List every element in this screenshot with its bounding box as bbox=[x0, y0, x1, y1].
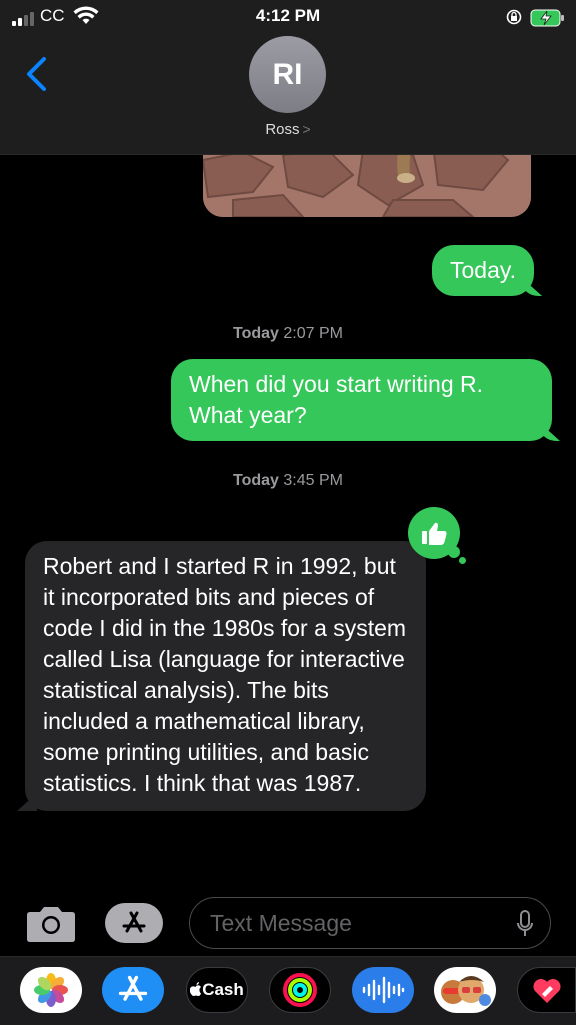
timestamp-day: Today bbox=[233, 325, 279, 342]
contact-chevron-icon: > bbox=[302, 121, 311, 137]
memoji-app-button[interactable] bbox=[434, 967, 496, 1013]
app-drawer: Cash bbox=[0, 956, 576, 1025]
audio-message-app-button[interactable] bbox=[352, 967, 414, 1013]
contact-avatar[interactable]: RI bbox=[249, 36, 326, 113]
activity-icon bbox=[283, 973, 317, 1007]
message-input[interactable]: Text Message bbox=[189, 897, 551, 949]
contact-name: Ross bbox=[265, 121, 300, 138]
avatar-initials: RI bbox=[272, 57, 303, 91]
status-bar: CC 4:12 PM bbox=[0, 4, 576, 30]
contact-name-button[interactable]: Ross > bbox=[0, 121, 576, 138]
message-text: When did you start writing R. What year? bbox=[189, 371, 484, 428]
received-message-bubble[interactable]: Robert and I started R in 1992, but it i… bbox=[25, 541, 426, 811]
message-input-placeholder: Text Message bbox=[210, 910, 352, 936]
digital-touch-icon bbox=[533, 979, 560, 1003]
timestamp: Today 2:07 PM bbox=[0, 325, 576, 343]
app-store-button[interactable] bbox=[105, 903, 163, 943]
tapback-tail bbox=[459, 557, 466, 564]
battery-charging-icon bbox=[530, 9, 564, 27]
timestamp: Today 3:45 PM bbox=[0, 472, 576, 490]
timestamp-time: 3:45 PM bbox=[283, 472, 343, 489]
photos-icon bbox=[34, 973, 68, 1007]
apple-cash-app-button[interactable]: Cash bbox=[186, 967, 248, 1013]
sent-message-bubble[interactable]: When did you start writing R. What year? bbox=[171, 359, 552, 441]
clock: 4:12 PM bbox=[255, 6, 321, 25]
thumbs-up-icon bbox=[422, 522, 447, 545]
microphone-icon[interactable] bbox=[516, 910, 534, 938]
apple-logo-icon bbox=[189, 982, 202, 996]
conversation-header: CC 4:12 PM RI Ross > bbox=[0, 0, 576, 155]
photos-app-button[interactable] bbox=[20, 967, 82, 1013]
app-store-icon bbox=[122, 911, 146, 933]
digital-touch-app-button[interactable] bbox=[517, 967, 576, 1013]
orientation-lock-icon bbox=[506, 9, 522, 25]
audio-message-icon bbox=[362, 976, 405, 1004]
sent-message-bubble[interactable]: Today. bbox=[432, 245, 535, 296]
timestamp-day: Today bbox=[233, 472, 279, 489]
app-store-icon bbox=[118, 975, 148, 1001]
memoji-icon bbox=[441, 976, 491, 1006]
message-text: Robert and I started R in 1992, but it i… bbox=[43, 553, 407, 796]
message-text: Today. bbox=[450, 257, 517, 283]
activity-app-button[interactable] bbox=[269, 967, 331, 1013]
tapback-tail bbox=[448, 546, 460, 558]
apple-cash-icon: Cash bbox=[189, 980, 244, 1000]
timestamp-time: 2:07 PM bbox=[283, 325, 343, 342]
apple-cash-label: Cash bbox=[202, 980, 244, 999]
camera-icon[interactable] bbox=[26, 902, 76, 944]
back-chevron-icon[interactable] bbox=[22, 56, 50, 92]
app-store-app-button[interactable] bbox=[102, 967, 164, 1013]
